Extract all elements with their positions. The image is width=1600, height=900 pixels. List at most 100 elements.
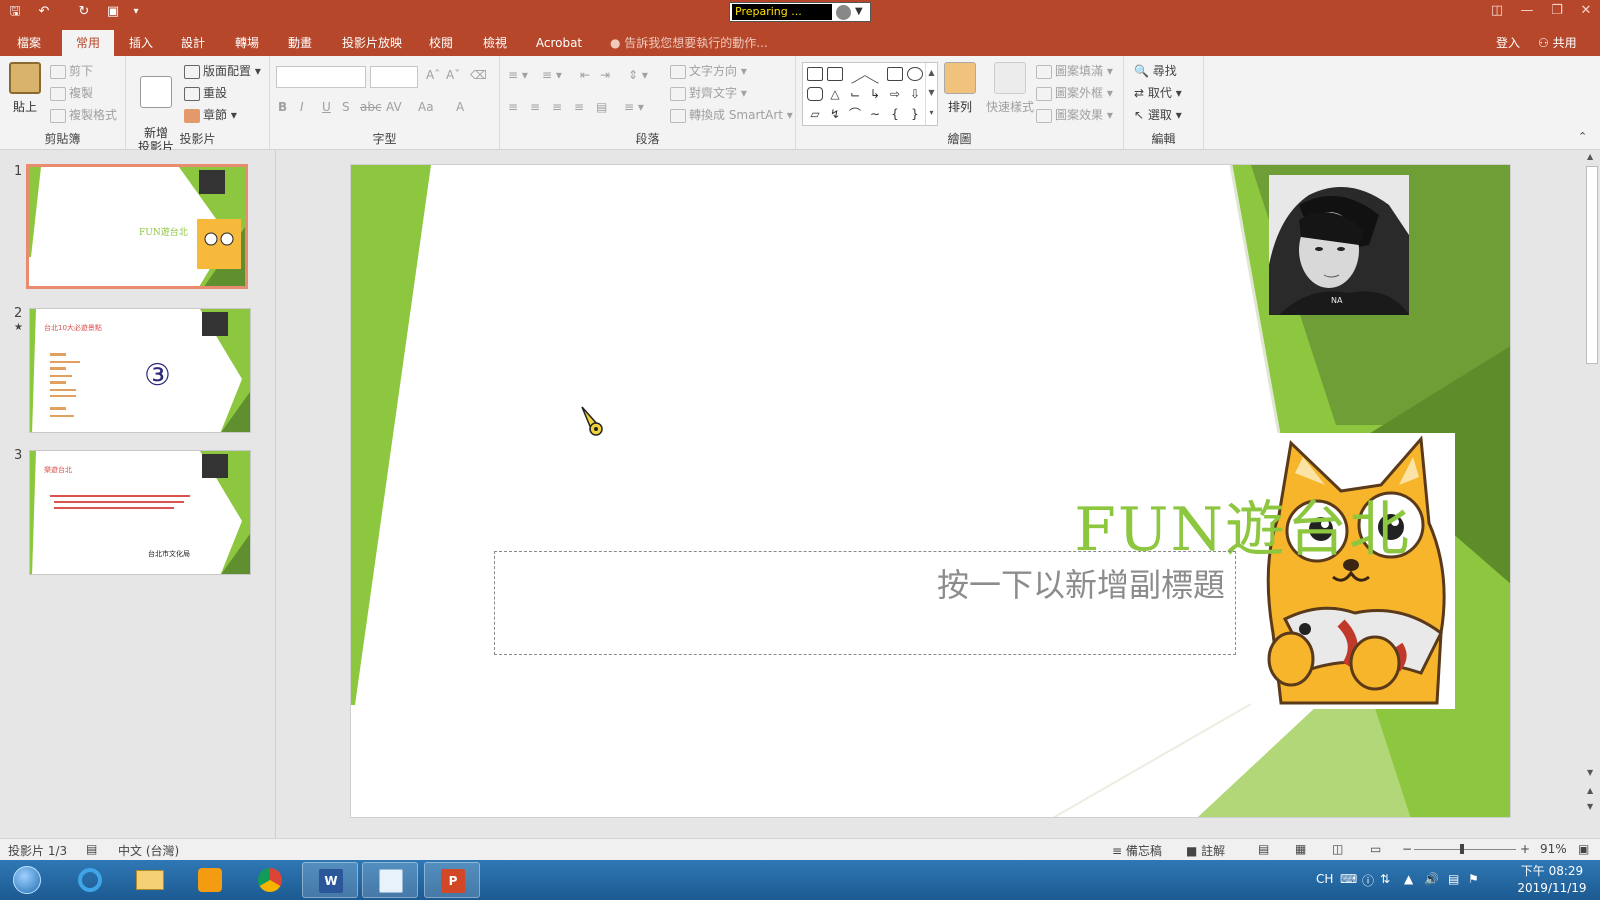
right-brace-shape-icon[interactable]: } — [907, 107, 923, 121]
rectangle-shape-icon[interactable] — [887, 67, 903, 81]
italic-button[interactable]: I — [300, 100, 304, 114]
tab-view[interactable]: 檢視 — [474, 30, 516, 56]
layout-button[interactable]: 版面配置 ▾ — [184, 62, 261, 79]
elbow-arrow-icon[interactable]: ↳ — [867, 87, 883, 101]
reading-view-icon[interactable]: ◫ — [1332, 842, 1343, 856]
rounded-rect-shape-icon[interactable] — [807, 87, 823, 101]
undo-icon[interactable]: ↶ — [34, 3, 54, 21]
vertical-scrollbar[interactable]: ▲ ▼ ▲ ▼ — [1584, 150, 1600, 838]
gallery-more-icon[interactable]: ▲ ▼ ▾ — [925, 63, 937, 125]
slideshow-view-icon[interactable]: ▭ — [1370, 842, 1381, 856]
powerpoint-taskbar-button[interactable]: P — [424, 862, 480, 898]
convert-smartart-button[interactable]: 轉換成 SmartArt ▾ — [670, 106, 793, 123]
comments-button[interactable]: ■ 註解 — [1186, 842, 1225, 859]
shape-fill-button[interactable]: 圖案填滿 ▾ — [1036, 62, 1113, 79]
restore-icon[interactable]: ❐ — [1543, 0, 1571, 24]
customize-icon[interactable]: ▾ — [126, 3, 146, 21]
replace-button[interactable]: ⇄ 取代 ▾ — [1134, 84, 1182, 101]
align-left-icon[interactable]: ≡ — [508, 100, 518, 114]
input-language[interactable]: CH — [1316, 872, 1333, 886]
explorer-taskbar-button[interactable] — [122, 862, 178, 898]
align-center-icon[interactable]: ≡ — [530, 100, 540, 114]
reset-button[interactable]: 重設 — [184, 84, 227, 101]
underline-button[interactable]: U — [322, 100, 331, 114]
justify-icon[interactable]: ≡ — [574, 100, 584, 114]
textbox-shape-icon[interactable] — [807, 67, 823, 81]
slide-thumbnail-2[interactable]: 台北10大必遊景點 ③ — [29, 308, 251, 433]
spellcheck-icon[interactable]: ▤ — [86, 842, 97, 856]
copy-button[interactable]: 複製 — [50, 84, 93, 101]
shape-effects-button[interactable]: 圖案效果 ▾ — [1036, 106, 1113, 123]
clear-format-icon[interactable]: ⌫ — [470, 68, 487, 82]
taskbar-clock[interactable]: 下午 08:29 2019/11/19 — [1508, 863, 1596, 897]
close-icon[interactable]: ✕ — [1572, 0, 1600, 24]
shapes-gallery[interactable]: △ ⌙ ↳ ⇨ ⇩ ▱ ↯ ⌒ ∼ { } ▲ ▼ ▾ — [802, 62, 938, 126]
fit-slide-icon[interactable]: ▣ — [1578, 842, 1589, 856]
keyboard-icon[interactable]: ⌨ — [1340, 872, 1357, 886]
find-button[interactable]: 🔍 尋找 — [1134, 62, 1177, 79]
present-icon[interactable]: ▣ — [103, 3, 123, 21]
profile-photo[interactable]: NA — [1269, 175, 1409, 315]
shrink-font-icon[interactable]: Aˇ — [446, 68, 460, 82]
vertical-textbox-shape-icon[interactable] — [827, 67, 843, 81]
tab-design[interactable]: 設計 — [172, 30, 214, 56]
word-taskbar-button[interactable]: W — [302, 862, 358, 898]
columns-icon[interactable]: ▤ — [596, 100, 607, 114]
cat-sticker-image[interactable] — [1251, 433, 1455, 709]
share-button[interactable]: ⚇ 共用 — [1538, 30, 1577, 56]
left-brace-shape-icon[interactable]: { — [887, 107, 903, 121]
paint-taskbar-button[interactable] — [362, 862, 418, 898]
subtitle-placeholder[interactable]: 按一下以新增副標題 — [494, 551, 1236, 655]
ime-icon[interactable]: ⇅ — [1380, 872, 1390, 886]
action-center-icon[interactable]: ⚑ — [1468, 872, 1479, 886]
section-button[interactable]: 章節 ▾ — [184, 106, 237, 123]
quick-styles-button[interactable]: 快速樣式 — [984, 62, 1036, 115]
ie-taskbar-button[interactable] — [62, 862, 118, 898]
arc-shape-icon[interactable]: ⌒ — [847, 107, 863, 121]
redo-icon[interactable]: ↻ — [74, 3, 94, 21]
distribute-icon[interactable]: ≡ ▾ — [624, 100, 644, 114]
next-slide-icon[interactable]: ▼ — [1587, 802, 1593, 811]
font-size-combo[interactable] — [370, 66, 418, 88]
lightning-shape-icon[interactable]: ↯ — [827, 107, 843, 121]
tab-file[interactable]: 檔案 — [8, 30, 50, 56]
scroll-up-icon[interactable]: ▲ — [1587, 152, 1593, 161]
tab-slideshow[interactable]: 投影片放映 — [336, 30, 408, 56]
show-hidden-icons[interactable]: ▲ — [1404, 872, 1413, 886]
format-painter-button[interactable]: 複製格式 — [50, 106, 117, 123]
tab-home[interactable]: 常用 — [62, 30, 114, 56]
slide-thumbnail-3[interactable]: 樂遊台北 台北市文化局 — [29, 450, 251, 575]
previous-slide-icon[interactable]: ▲ — [1587, 786, 1593, 795]
zoom-in-icon[interactable]: + — [1520, 842, 1530, 856]
scrollbar-thumb[interactable] — [1586, 166, 1598, 364]
record-icon[interactable] — [836, 5, 851, 20]
cut-button[interactable]: 剪下 — [50, 62, 93, 79]
change-case-button[interactable]: Aa — [418, 100, 434, 114]
volume-icon[interactable]: 🔊 — [1424, 872, 1439, 886]
elbow-connector-icon[interactable]: ⌙ — [847, 87, 863, 101]
bullets-icon[interactable]: ≡ ▾ — [508, 68, 528, 82]
tab-insert[interactable]: 插入 — [120, 30, 162, 56]
start-button[interactable] — [4, 862, 50, 898]
select-button[interactable]: ↖ 選取 ▾ — [1134, 106, 1182, 123]
save-icon[interactable]: 🖫 — [5, 3, 25, 21]
oval-shape-icon[interactable] — [907, 67, 923, 81]
numbering-icon[interactable]: ≡ ▾ — [542, 68, 562, 82]
slide-thumbnail-1[interactable]: FUN遊台北 — [26, 164, 248, 289]
notes-button[interactable]: ≡ 備忘稿 — [1112, 842, 1162, 859]
arrow-shape-icon[interactable] — [864, 63, 886, 85]
zoom-level[interactable]: 91% — [1540, 842, 1567, 856]
align-right-icon[interactable]: ≡ — [552, 100, 562, 114]
chevron-down-icon[interactable]: ▼ — [855, 3, 863, 21]
recorder-widget[interactable]: Preparing ... ▼ — [729, 2, 871, 22]
shape-outline-button[interactable]: 圖案外框 ▾ — [1036, 84, 1113, 101]
curve-shape-icon[interactable]: ∼ — [867, 107, 883, 121]
strikethrough-button[interactable]: abc — [360, 100, 382, 114]
help-icon[interactable]: ⓘ — [1362, 872, 1374, 889]
tab-transitions[interactable]: 轉場 — [226, 30, 268, 56]
text-direction-button[interactable]: 文字方向 ▾ — [670, 62, 747, 79]
char-spacing-button[interactable]: AV — [386, 100, 402, 114]
collapse-ribbon-icon[interactable]: ⌃ — [1578, 130, 1587, 143]
line-shape-icon[interactable] — [844, 63, 866, 85]
zoom-out-icon[interactable]: − — [1402, 842, 1412, 856]
